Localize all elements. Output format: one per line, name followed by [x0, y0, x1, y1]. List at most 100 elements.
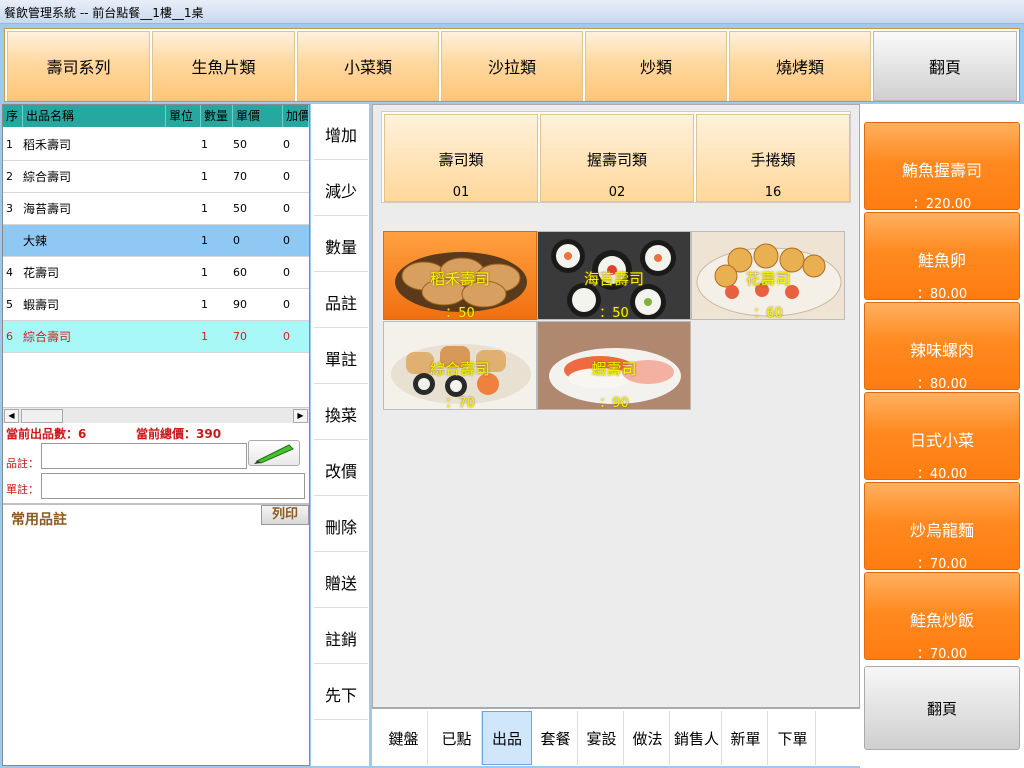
tab-set-meal[interactable]: 套餐: [534, 711, 578, 765]
col-name[interactable]: 出品名稱: [23, 105, 166, 127]
row-name: 大辣: [23, 234, 48, 248]
col-price[interactable]: 單價: [233, 105, 283, 127]
subcategory-nigiri[interactable]: 握壽司類 02: [540, 114, 694, 202]
special-item[interactable]: 炒烏龍麵 ：70.00: [864, 482, 1020, 572]
tab-ordered[interactable]: 已點: [432, 711, 482, 765]
special-item-name: 鮪魚握壽司: [901, 161, 982, 180]
menu-item-shrimp-sushi[interactable]: 蝦壽司 ：90: [537, 321, 691, 410]
category-side-dishes[interactable]: 小菜類: [297, 31, 439, 101]
row-add: 0: [283, 170, 290, 183]
row-seq: 5: [6, 298, 13, 311]
col-unit[interactable]: 單位: [166, 105, 201, 127]
special-item[interactable]: 鮪魚握壽司 ：220.00: [864, 122, 1020, 212]
subcategory-code: 02: [608, 185, 626, 200]
table-row[interactable]: 3 海苔壽司 1 50 0: [3, 193, 309, 225]
tab-items[interactable]: 出品: [482, 711, 532, 765]
horizontal-scrollbar[interactable]: ◀ ▶: [3, 407, 309, 423]
gift-button[interactable]: 贈送: [314, 556, 368, 608]
print-button[interactable]: 列印: [261, 505, 309, 525]
menu-panel: 壽司類 01 握壽司類 02 手捲類 16 稻禾壽司 ：50 海苔壽司 ：50 花壽司…: [372, 104, 860, 708]
void-button[interactable]: 註銷: [314, 612, 368, 664]
quantity-button[interactable]: 數量: [314, 220, 368, 272]
row-name: 綜合壽司: [23, 330, 72, 344]
subcategory-sushi[interactable]: 壽司類 01: [384, 114, 538, 202]
menu-item-inari[interactable]: 稻禾壽司 ：50: [383, 231, 537, 320]
order-note-button[interactable]: 單註: [314, 332, 368, 384]
row-add: 0: [283, 234, 290, 247]
row-qty: 1: [201, 266, 208, 279]
change-price-button[interactable]: 改價: [314, 444, 368, 496]
table-row[interactable]: 4 花壽司 1 60 0: [3, 257, 309, 289]
tab-cooking-method[interactable]: 做法: [626, 711, 670, 765]
menu-item-seaweed-sushi[interactable]: 海苔壽司 ：50: [537, 231, 691, 320]
category-next-page-button[interactable]: 翻頁: [873, 31, 1017, 101]
category-salad[interactable]: 沙拉類: [441, 31, 583, 101]
special-item[interactable]: 鮭魚炒飯 ：70.00: [864, 572, 1020, 662]
category-sashimi[interactable]: 生魚片類: [152, 31, 295, 101]
category-stir-fry[interactable]: 炒類: [585, 31, 727, 101]
special-item[interactable]: 日式小菜 ：40.00: [864, 392, 1020, 482]
row-price: 70: [233, 170, 247, 183]
category-sushi[interactable]: 壽司系列: [7, 31, 150, 101]
tab-salesperson[interactable]: 銷售人: [672, 711, 722, 765]
special-item-price: ：80.00: [916, 377, 968, 392]
special-item-name: 炒烏龍麵: [909, 521, 974, 540]
order-note-input[interactable]: [41, 473, 305, 499]
special-item-name: 鮭魚炒飯: [909, 611, 974, 630]
item-note-button[interactable]: 品註: [314, 276, 368, 328]
row-add: 0: [283, 298, 290, 311]
row-name: 綜合壽司: [23, 170, 72, 184]
pos-window: 餐飲管理系統 -- 前台點餐__1樓__1桌 壽司系列 生魚片類 小菜類 沙拉類…: [0, 0, 1024, 768]
row-price: 50: [233, 138, 247, 151]
table-row[interactable]: 5 蝦壽司 1 90 0: [3, 289, 309, 321]
row-add: 0: [283, 266, 290, 279]
row-seq: 3: [6, 202, 13, 215]
tab-submit-order[interactable]: 下單: [770, 711, 816, 765]
title-bar: 餐飲管理系統 -- 前台點餐__1樓__1桌: [0, 0, 1024, 24]
col-qty[interactable]: 數量: [201, 105, 233, 127]
row-seq: 2: [6, 170, 13, 183]
category-grill[interactable]: 燒烤類: [729, 31, 871, 101]
col-add[interactable]: 加價: [283, 105, 309, 127]
order-panel: 序 出品名稱 單位 數量 單價 加價 1 稻禾壽司 1 50 0 2 綜合壽司 1 70 0 3…: [2, 104, 310, 766]
increase-button[interactable]: 增加: [314, 108, 368, 160]
menu-item-flower-sushi[interactable]: 花壽司 ：60: [691, 231, 845, 320]
table-row-current[interactable]: 6 綜合壽司 1 70 0: [3, 321, 309, 353]
menu-item-price: ：60: [753, 306, 783, 320]
delete-button[interactable]: 刪除: [314, 500, 368, 552]
table-row[interactable]: 2 綜合壽司 1 70 0: [3, 161, 309, 193]
menu-item-name: 蝦壽司: [591, 360, 637, 378]
tab-keyboard[interactable]: 鍵盤: [380, 711, 428, 765]
row-price: 50: [233, 202, 247, 215]
decrease-button[interactable]: 減少: [314, 164, 368, 216]
scroll-right-icon[interactable]: ▶: [293, 409, 308, 423]
subcategory-name: 壽司類: [438, 151, 484, 169]
row-qty: 1: [201, 234, 208, 247]
menu-item-price: ：90: [599, 396, 629, 410]
menu-item-price: ：50: [599, 306, 629, 320]
row-name: 蝦壽司: [23, 298, 60, 312]
table-row-selected[interactable]: 大辣 1 0 0: [3, 225, 309, 257]
menu-item-assorted-sushi[interactable]: 綜合壽司 ：70: [383, 321, 537, 410]
scroll-thumb[interactable]: [21, 409, 63, 423]
special-item[interactable]: 鮭魚卵 ：80.00: [864, 212, 1020, 302]
subcategory-handroll[interactable]: 手捲類 16: [696, 114, 850, 202]
change-dish-button[interactable]: 換菜: [314, 388, 368, 440]
row-seq: 4: [6, 266, 13, 279]
row-price: 90: [233, 298, 247, 311]
table-row[interactable]: 1 稻禾壽司 1 50 0: [3, 129, 309, 161]
tab-banquet[interactable]: 宴設: [580, 711, 624, 765]
pen-icon[interactable]: [248, 440, 300, 466]
subcategory-name: 握壽司類: [586, 151, 647, 169]
row-name: 稻禾壽司: [23, 138, 72, 152]
common-notes-panel: 常用品註 列印: [3, 503, 309, 765]
row-qty: 1: [201, 202, 208, 215]
send-first-button[interactable]: 先下: [314, 668, 368, 720]
function-tabs: 鍵盤 已點 出品 套餐 宴設 做法 銷售人 新單 下單: [372, 708, 860, 766]
specials-next-page-button[interactable]: 翻頁: [864, 666, 1020, 750]
special-item[interactable]: 辣味螺肉 ：80.00: [864, 302, 1020, 392]
item-note-input[interactable]: [41, 443, 247, 469]
col-seq[interactable]: 序: [3, 105, 23, 127]
scroll-left-icon[interactable]: ◀: [4, 409, 19, 423]
tab-new-order[interactable]: 新單: [724, 711, 768, 765]
